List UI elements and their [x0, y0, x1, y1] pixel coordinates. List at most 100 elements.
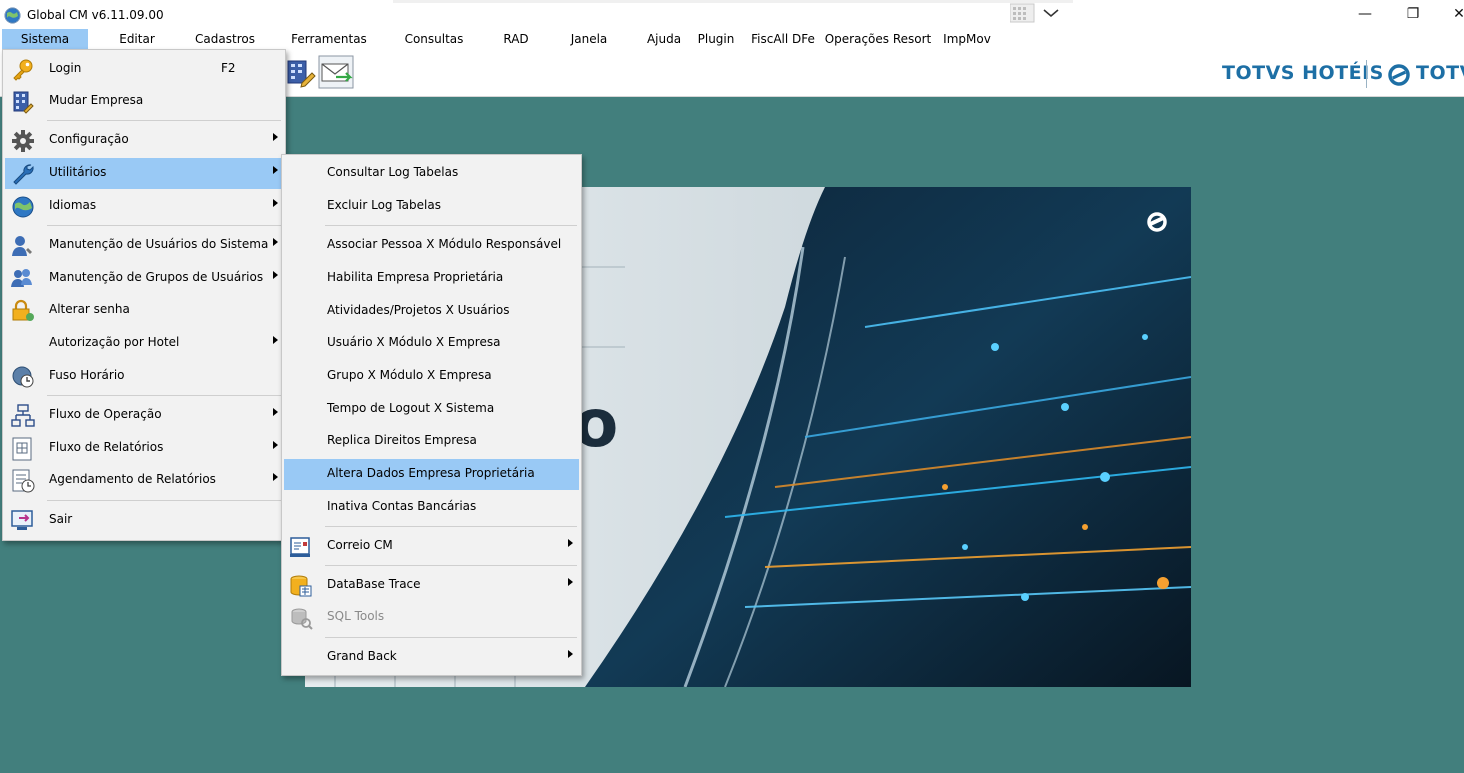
- menu-item-label: Agendamento de Relatórios: [49, 472, 216, 486]
- submenu-arrow-icon: [273, 336, 278, 344]
- submenu-arrow-icon: [273, 133, 278, 141]
- menu-item-label: Alterar senha: [49, 302, 130, 316]
- menu-item-atividades-projetos-usuarios[interactable]: Atividades/Projetos X Usuários: [284, 296, 579, 327]
- key-icon: [13, 59, 33, 81]
- menu-item-idiomas[interactable]: Idiomas: [5, 191, 283, 222]
- menu-item-fluxo-operacao[interactable]: Fluxo de Operação: [5, 400, 283, 431]
- submenu-arrow-icon: [273, 199, 278, 207]
- building-edit-icon[interactable]: [284, 55, 316, 89]
- brand-totvs-hoteis: TOTVS HOTÉIS: [1222, 62, 1384, 84]
- brand-totvs: TOTVS: [1416, 62, 1464, 84]
- menu-item-label: Configuração: [49, 132, 129, 146]
- lock-icon: [12, 299, 34, 321]
- menu-consultas[interactable]: Consultas: [398, 29, 470, 49]
- menu-item-label: Usuário X Módulo X Empresa: [327, 335, 501, 349]
- menu-item-label: Atividades/Projetos X Usuários: [327, 303, 510, 317]
- menu-item-label: Fuso Horário: [49, 368, 125, 382]
- submenu-arrow-icon: [273, 473, 278, 481]
- submenu-arrow-icon: [273, 441, 278, 449]
- menu-item-excluir-log-tabelas[interactable]: Excluir Log Tabelas: [284, 191, 579, 222]
- restore-button[interactable]: ❐: [1398, 4, 1428, 24]
- submenu-arrow-icon: [273, 408, 278, 416]
- title-bar: Global CM v6.11.09.00 — ❐ ✕: [0, 0, 1464, 29]
- menu-item-grand-back[interactable]: Grand Back: [284, 642, 579, 673]
- menu-item-label: Replica Direitos Empresa: [327, 433, 477, 447]
- menu-item-usuario-modulo-empresa[interactable]: Usuário X Módulo X Empresa: [284, 328, 579, 359]
- menu-item-sair[interactable]: Sair: [5, 505, 283, 536]
- submenu-arrow-icon: [568, 539, 573, 547]
- menu-bar: Sistema Editar Cadastros Ferramentas Con…: [0, 29, 1464, 49]
- mail-send-icon[interactable]: [318, 55, 354, 89]
- menu-item-grupo-modulo-empresa[interactable]: Grupo X Módulo X Empresa: [284, 361, 579, 392]
- menu-janela[interactable]: Janela: [562, 29, 616, 49]
- brand-divider: [1366, 60, 1367, 88]
- users-group-icon: [11, 269, 32, 287]
- wrench-icon: [13, 164, 34, 185]
- menu-cadastros[interactable]: Cadastros: [186, 29, 264, 49]
- gear-icon: [12, 130, 34, 152]
- menu-sistema[interactable]: Sistema: [2, 29, 88, 49]
- shortcut-label: F2: [221, 61, 236, 75]
- submenu-arrow-icon: [568, 650, 573, 658]
- menu-item-label: Mudar Empresa: [49, 93, 144, 107]
- minimize-button[interactable]: —: [1350, 4, 1380, 24]
- menu-rad[interactable]: RAD: [496, 29, 536, 49]
- app-globe-icon: [4, 7, 21, 24]
- menu-item-manutencao-usuarios[interactable]: Manutenção de Usuários do Sistema: [5, 230, 283, 261]
- menu-item-inativa-contas-bancarias[interactable]: Inativa Contas Bancárias: [284, 492, 579, 523]
- menu-item-label: Autorização por Hotel: [49, 335, 180, 349]
- menu-ajuda[interactable]: Ajuda: [642, 29, 686, 49]
- menu-fiscall-dfe[interactable]: FiscAll DFe: [746, 29, 820, 49]
- sistema-dropdown-menu: Login F2 Mudar Empresa Configuração Util…: [2, 49, 286, 541]
- menu-item-label: Idiomas: [49, 198, 97, 212]
- menu-separator: [325, 565, 577, 566]
- menu-item-tempo-logout-sistema[interactable]: Tempo de Logout X Sistema: [284, 394, 579, 425]
- menu-operacoes-resort[interactable]: Operações Resort: [824, 29, 932, 49]
- globe-icon: [12, 196, 34, 218]
- menu-item-manutencao-grupos[interactable]: Manutenção de Grupos de Usuários: [5, 263, 283, 294]
- menu-item-agendamento-relatorios[interactable]: Agendamento de Relatórios: [5, 465, 283, 496]
- menu-item-associar-pessoa-modulo[interactable]: Associar Pessoa X Módulo Responsável: [284, 230, 579, 261]
- mail-doc-icon: [290, 537, 310, 557]
- menu-item-habilita-empresa-proprietaria[interactable]: Habilita Empresa Proprietária: [284, 263, 579, 294]
- menu-item-database-trace[interactable]: DataBase Trace: [284, 570, 579, 601]
- menu-item-fluxo-relatorios[interactable]: Fluxo de Relatórios: [5, 433, 283, 464]
- close-button[interactable]: ✕: [1444, 4, 1464, 24]
- menu-separator: [325, 225, 577, 226]
- utilitarios-submenu: Consultar Log Tabelas Excluir Log Tabela…: [281, 154, 582, 676]
- menu-separator: [325, 637, 577, 638]
- menu-item-label: Consultar Log Tabelas: [327, 165, 459, 179]
- submenu-arrow-icon: [273, 238, 278, 246]
- building-icon: [13, 91, 34, 114]
- submenu-arrow-icon: [273, 271, 278, 279]
- menu-item-login[interactable]: Login F2: [5, 54, 283, 85]
- flowchart-icon: [11, 404, 35, 427]
- menu-item-label: Manutenção de Grupos de Usuários: [49, 270, 264, 284]
- menu-item-altera-dados-empresa-proprietaria[interactable]: Altera Dados Empresa Proprietária: [284, 459, 579, 490]
- menu-item-correio-cm[interactable]: Correio CM: [284, 531, 579, 562]
- menu-item-sql-tools[interactable]: SQL Tools: [284, 602, 579, 633]
- menu-plugin[interactable]: Plugin: [692, 29, 740, 49]
- database-icon: [290, 575, 312, 597]
- menu-item-label: Habilita Empresa Proprietária: [327, 270, 504, 284]
- submenu-arrow-icon: [568, 578, 573, 586]
- report-schedule-icon: [12, 469, 35, 493]
- menu-item-label: Manutenção de Usuários do Sistema: [49, 237, 269, 251]
- menu-item-alterar-senha[interactable]: Alterar senha: [5, 295, 283, 326]
- report-icon: [12, 437, 32, 461]
- menu-item-consultar-log-tabelas[interactable]: Consultar Log Tabelas: [284, 158, 579, 189]
- menu-item-autorizacao-hotel[interactable]: Autorização por Hotel: [5, 328, 283, 359]
- menu-impmov[interactable]: ImpMov: [938, 29, 996, 49]
- menu-item-fuso-horario[interactable]: Fuso Horário: [5, 361, 283, 392]
- menu-item-replica-direitos-empresa[interactable]: Replica Direitos Empresa: [284, 426, 579, 457]
- menu-editar[interactable]: Editar: [104, 29, 170, 49]
- menu-item-mudar-empresa[interactable]: Mudar Empresa: [5, 86, 283, 117]
- menu-item-utilitarios[interactable]: Utilitários: [5, 158, 283, 189]
- app-window: Global CM v6.11.09.00 — ❐ ✕ Sistema Edit…: [0, 0, 1464, 773]
- menu-item-label: Utilitários: [49, 165, 107, 179]
- menu-item-label: Fluxo de Relatórios: [49, 440, 164, 454]
- window-layout-control[interactable]: [1010, 3, 1064, 23]
- menu-item-label: Associar Pessoa X Módulo Responsável: [327, 237, 562, 251]
- menu-item-configuracao[interactable]: Configuração: [5, 125, 283, 156]
- menu-ferramentas[interactable]: Ferramentas: [286, 29, 372, 49]
